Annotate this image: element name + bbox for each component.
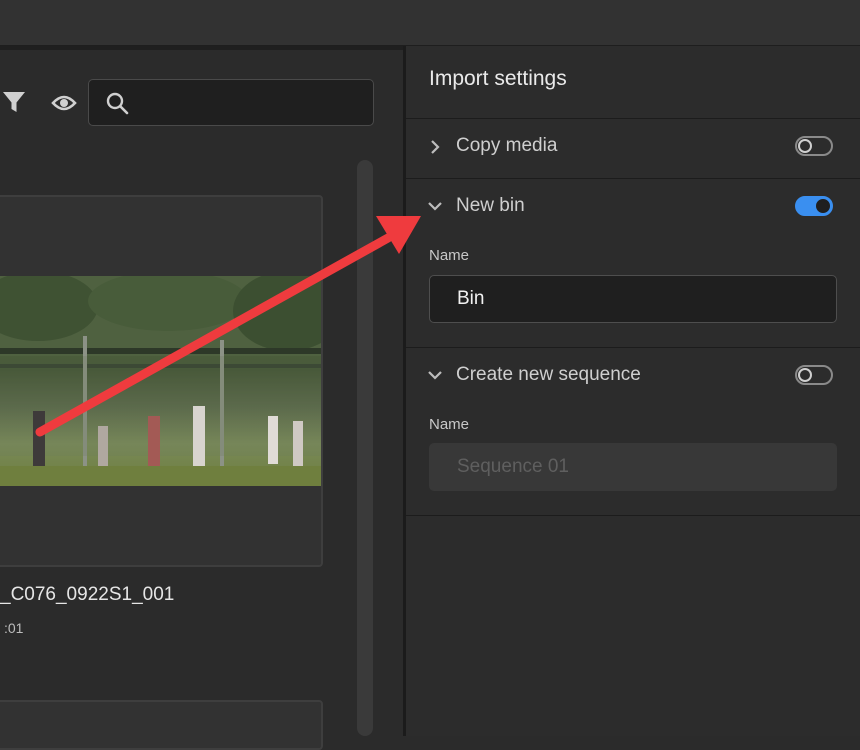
chevron-down-icon[interactable]	[426, 197, 444, 215]
divider-line	[406, 118, 860, 119]
top-bar	[0, 0, 860, 46]
chevron-right-icon[interactable]	[426, 138, 444, 156]
thumbnail-scene	[0, 276, 321, 486]
copy-media-toggle[interactable]	[795, 136, 833, 156]
chevron-down-icon[interactable]	[426, 366, 444, 384]
clip-thumbnail-image	[0, 276, 321, 486]
search-field[interactable]	[88, 79, 374, 126]
divider-line	[406, 347, 860, 348]
eye-icon[interactable]	[51, 92, 77, 114]
new-bin-label: New bin	[456, 195, 525, 216]
divider-line	[406, 515, 860, 516]
new-sequence-toggle[interactable]	[795, 365, 833, 385]
toggle-knob	[798, 139, 812, 153]
new-bin-toggle[interactable]	[795, 196, 833, 216]
sequence-name-label: Name	[429, 416, 470, 433]
new-sequence-label: Create new sequence	[456, 364, 641, 385]
browser-scrollbar[interactable]	[357, 160, 373, 736]
panel-title: Import settings	[429, 67, 567, 90]
clip-name: _C076_0922S1_001	[0, 584, 175, 605]
copy-media-label: Copy media	[456, 135, 558, 156]
clip-duration: :01	[4, 620, 24, 636]
clip-thumbnail-card[interactable]	[0, 195, 323, 567]
sequence-name-input	[429, 443, 837, 491]
import-settings-panel: Import settings Copy media New bin Name …	[406, 46, 860, 736]
toggle-knob	[816, 199, 830, 213]
toggle-knob	[798, 368, 812, 382]
bin-name-input[interactable]	[429, 275, 837, 323]
bin-name-label: Name	[429, 247, 470, 264]
filter-icon[interactable]	[2, 90, 26, 114]
clip-thumbnail-card-2[interactable]	[0, 700, 323, 750]
panel-top-edge	[0, 46, 403, 50]
search-input[interactable]	[137, 88, 367, 118]
search-icon	[106, 92, 129, 115]
divider-line	[406, 178, 860, 179]
